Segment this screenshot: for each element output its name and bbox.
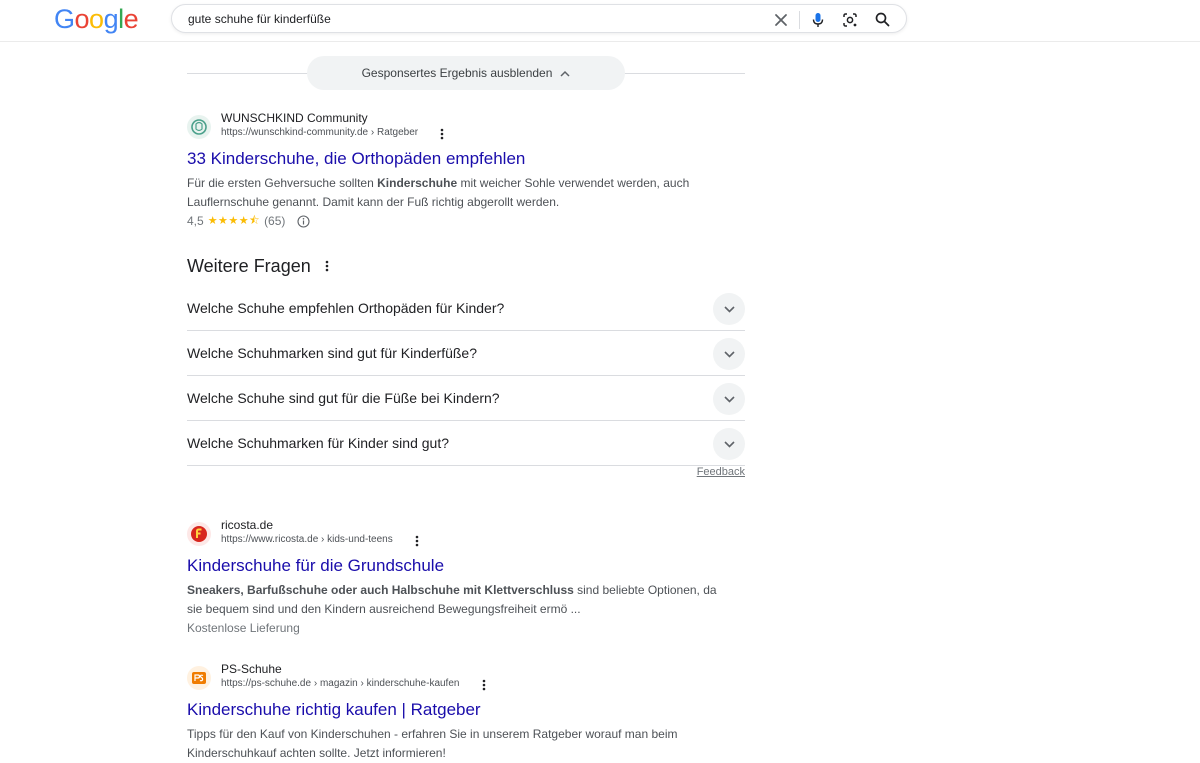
search-box — [171, 4, 907, 33]
paa-title: Weitere Fragen — [187, 256, 311, 276]
result-extra-info: Kostenlose Lieferung — [187, 621, 300, 635]
chevron-down-icon[interactable] — [713, 383, 745, 415]
snippet-highlight: Kinderschuhe — [377, 176, 458, 190]
logo-letter: G — [54, 4, 75, 34]
google-logo[interactable]: Google — [54, 4, 139, 34]
paa-question-text: Welche Schuhe sind gut für die Füße bei … — [187, 390, 500, 406]
logo-letter: o — [74, 4, 90, 34]
voice-search-button[interactable] — [802, 5, 834, 34]
paa-header: Weitere Fragen — [187, 254, 745, 278]
site-url: https://wunschkind-community.de › Ratgeb… — [221, 127, 419, 138]
paa-question[interactable]: Welche Schuhe empfehlen Orthopäden für K… — [187, 286, 745, 331]
result-snippet: Für die ersten Gehversuche sollten Kinde… — [187, 174, 727, 212]
result-title-link[interactable]: 33 Kinderschuhe, die Orthopäden empfehle… — [187, 148, 747, 170]
result-source[interactable]: ricosta.de https://www.ricosta.de › kids… — [187, 518, 747, 550]
result-source[interactable]: PS-Schuhe https://ps-schuhe.de › magazin… — [187, 662, 747, 694]
paa-question[interactable]: Welche Schuhmarken sind gut für Kinderfü… — [187, 331, 745, 376]
clear-icon — [775, 13, 787, 26]
lens-icon — [843, 12, 857, 27]
result-title-link[interactable]: Kinderschuhe für die Grundschule — [187, 555, 747, 577]
sponsored-divider: Gesponsertes Ergebnis ausblenden — [187, 56, 745, 90]
site-url: https://ps-schuhe.de › magazin › kinders… — [221, 678, 460, 689]
star-rating: ★★★★⯪ — [207, 214, 261, 227]
result-snippet: Sneakers, Barfußschuhe oder auch Halbsch… — [187, 581, 727, 619]
rating-row: 4,5 ★★★★⯪ (65) — [187, 212, 747, 230]
chevron-down-icon[interactable] — [713, 293, 745, 325]
ricosta-favicon-icon — [187, 522, 211, 546]
feedback-link[interactable]: Feedback — [697, 466, 745, 478]
search-result: ricosta.de https://www.ricosta.de › kids… — [187, 518, 747, 637]
more-vert-icon[interactable] — [411, 534, 423, 548]
rating-value: 4,5 — [187, 214, 204, 228]
search-result: WUNSCHKIND Community https://wunschkind-… — [187, 111, 747, 230]
chevron-up-icon — [560, 70, 570, 77]
result-title-link[interactable]: Kinderschuhe richtig kaufen | Ratgeber — [187, 699, 747, 721]
more-vert-icon[interactable] — [478, 678, 490, 692]
more-vert-icon[interactable] — [325, 260, 329, 272]
more-vert-icon[interactable] — [436, 127, 448, 141]
review-count: (65) — [264, 214, 286, 228]
hide-sponsored-label: Gesponsertes Ergebnis ausblenden — [361, 66, 553, 80]
search-input[interactable] — [188, 10, 768, 28]
site-name: PS-Schuhe — [221, 662, 282, 676]
microphone-icon — [812, 12, 824, 27]
clear-search-button[interactable] — [765, 5, 797, 34]
site-url: https://www.ricosta.de › kids-und-teens — [221, 534, 393, 545]
wunschkind-favicon-icon — [187, 115, 211, 139]
search-result: PS-Schuhe https://ps-schuhe.de › magazin… — [187, 662, 747, 763]
hide-sponsored-button[interactable]: Gesponsertes Ergebnis ausblenden — [307, 56, 625, 90]
logo-letter: e — [123, 4, 139, 34]
paa-question-text: Welche Schuhe empfehlen Orthopäden für K… — [187, 300, 505, 316]
divider — [799, 10, 800, 29]
search-icon — [875, 12, 889, 27]
paa-question[interactable]: Welche Schuhe sind gut für die Füße bei … — [187, 376, 745, 421]
paa-question[interactable]: Welche Schuhmarken für Kinder sind gut? — [187, 421, 745, 466]
chevron-down-icon[interactable] — [713, 338, 745, 370]
chevron-down-icon[interactable] — [713, 428, 745, 460]
info-icon[interactable] — [297, 214, 310, 228]
search-actions — [765, 5, 898, 34]
snippet-highlight: Sneakers, Barfußschuhe oder auch Halbsch… — [187, 583, 574, 597]
ps-schuhe-favicon-icon — [187, 666, 211, 690]
site-name: WUNSCHKIND Community — [221, 111, 368, 125]
logo-letter: g — [103, 4, 119, 34]
result-snippet: Tipps für den Kauf von Kinderschuhen - e… — [187, 727, 678, 760]
logo-letter: o — [89, 4, 104, 34]
paa-question-text: Welche Schuhmarken für Kinder sind gut? — [187, 435, 449, 451]
paa-question-text: Welche Schuhmarken sind gut für Kinderfü… — [187, 345, 478, 361]
people-also-ask: Weitere Fragen Welche Schuhe empfehlen O… — [187, 254, 745, 466]
search-button[interactable] — [866, 5, 898, 34]
lens-search-button[interactable] — [834, 5, 866, 34]
site-name: ricosta.de — [221, 518, 274, 532]
snippet-text: Für die ersten Gehversuche sollten — [187, 176, 378, 190]
paa-list: Welche Schuhe empfehlen Orthopäden für K… — [187, 286, 745, 466]
header: Google — [0, 0, 1200, 42]
result-source[interactable]: WUNSCHKIND Community https://wunschkind-… — [187, 111, 747, 143]
